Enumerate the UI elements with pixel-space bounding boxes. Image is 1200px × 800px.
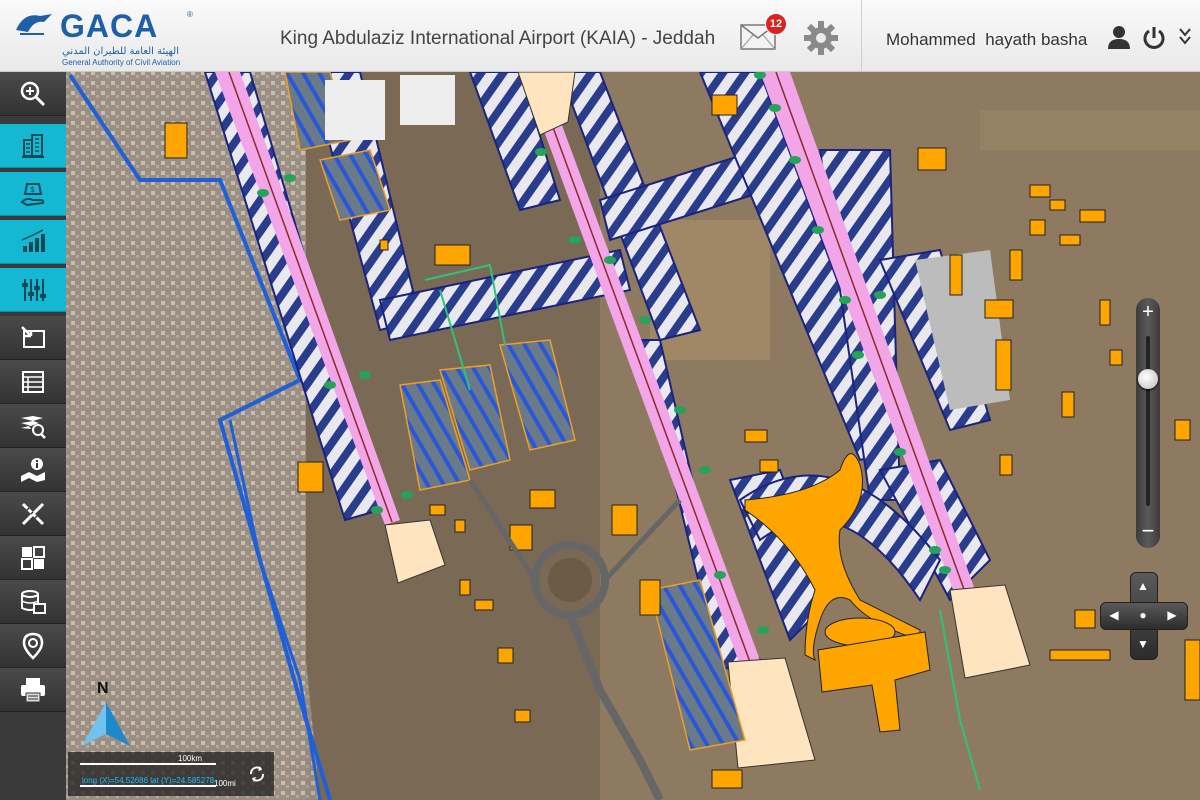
attribute-table-tool[interactable] — [0, 360, 66, 404]
map-select-tool[interactable] — [0, 316, 66, 360]
pan-control: ▲ ▼ ◀ ▶ ● — [1100, 572, 1188, 660]
zoom-minus-button[interactable]: − — [1136, 520, 1160, 544]
map-info-icon — [21, 457, 45, 482]
zoom-in-tool[interactable] — [0, 72, 66, 116]
header-divider — [861, 0, 862, 72]
refresh-icon — [250, 766, 264, 782]
page-title: King Abdulaziz International Airport (KA… — [280, 28, 716, 49]
power-icon[interactable] — [1141, 25, 1167, 51]
logo-registered-mark: ® — [187, 10, 193, 19]
zoom-slider[interactable]: + − — [1136, 298, 1160, 548]
statistics-tool[interactable] — [0, 220, 66, 264]
settings-gear-icon[interactable] — [803, 20, 839, 56]
dashboard-tool[interactable] — [0, 536, 66, 580]
pan-up-button[interactable]: ▲ — [1130, 573, 1156, 599]
gaca-emblem-icon — [16, 14, 52, 35]
location-pin-icon — [22, 632, 44, 660]
user-name: Mohammed hayath basha — [886, 30, 1088, 49]
pan-center-button[interactable]: ● — [1130, 602, 1156, 628]
coordinates-readout: long (X)=54.52686 lat (Y)=24.585278 — [82, 776, 215, 785]
money-hand-icon: $ — [20, 182, 45, 206]
print-tool[interactable] — [0, 668, 66, 712]
filter-tool[interactable] — [0, 268, 66, 312]
database-export-tool[interactable] — [0, 580, 66, 624]
bar-chart-icon — [21, 228, 45, 252]
map-view[interactable] — [66, 72, 1200, 800]
scale-bar: 100km long (X)=54.52686 lat (Y)=24.58527… — [68, 752, 240, 796]
zoom-in-icon — [20, 81, 46, 106]
scale-mi-label: 100mi — [214, 779, 236, 788]
chevron-down-icon[interactable] — [1178, 26, 1192, 48]
layers-search-tool[interactable] — [0, 404, 66, 448]
logo-text: GACA — [60, 8, 159, 44]
scale-km-line — [80, 763, 216, 765]
zoom-plus-button[interactable]: + — [1136, 300, 1160, 324]
dashboard-icon — [21, 545, 45, 570]
zoom-handle[interactable] — [1138, 368, 1158, 389]
buildings-icon — [22, 133, 44, 158]
print-icon — [21, 677, 45, 702]
satellite-map — [66, 72, 1200, 800]
svg-text:$: $ — [30, 185, 35, 194]
location-tool[interactable] — [0, 624, 66, 668]
logo-english-text: General Authority of Civil Aviation — [62, 58, 181, 67]
gaca-logo: GACA ® الهيئة العامة للطيران المدني Gene… — [14, 6, 194, 67]
scale-mi-line — [80, 785, 216, 787]
measure-icon — [21, 502, 45, 525]
scale-km-label: 100km — [178, 754, 203, 763]
north-label: N — [97, 680, 109, 697]
table-icon — [22, 370, 44, 393]
buildings-tool[interactable] — [0, 124, 66, 168]
finance-tool[interactable]: $ — [0, 172, 66, 216]
zoom-track[interactable] — [1146, 336, 1150, 506]
map-select-icon — [21, 325, 45, 348]
layers-search-icon — [21, 415, 46, 439]
app-header: GACA ® الهيئة العامة للطيران المدني Gene… — [0, 0, 1200, 72]
pan-right-button[interactable]: ▶ — [1159, 602, 1185, 628]
pan-left-button[interactable]: ◀ — [1101, 602, 1127, 628]
logo-arabic-text: الهيئة العامة للطيران المدني — [62, 46, 179, 57]
user-icon[interactable] — [1106, 24, 1132, 50]
north-arrow-icon — [82, 702, 130, 746]
sliders-icon — [22, 278, 46, 301]
tool-sidebar: $ — [0, 72, 66, 800]
database-export-icon — [21, 589, 46, 614]
pan-down-button[interactable]: ▼ — [1130, 631, 1156, 657]
refresh-button[interactable] — [240, 752, 274, 796]
map-info-tool[interactable] — [0, 448, 66, 492]
mail-count-badge: 12 — [765, 13, 787, 35]
measure-tool[interactable] — [0, 492, 66, 536]
